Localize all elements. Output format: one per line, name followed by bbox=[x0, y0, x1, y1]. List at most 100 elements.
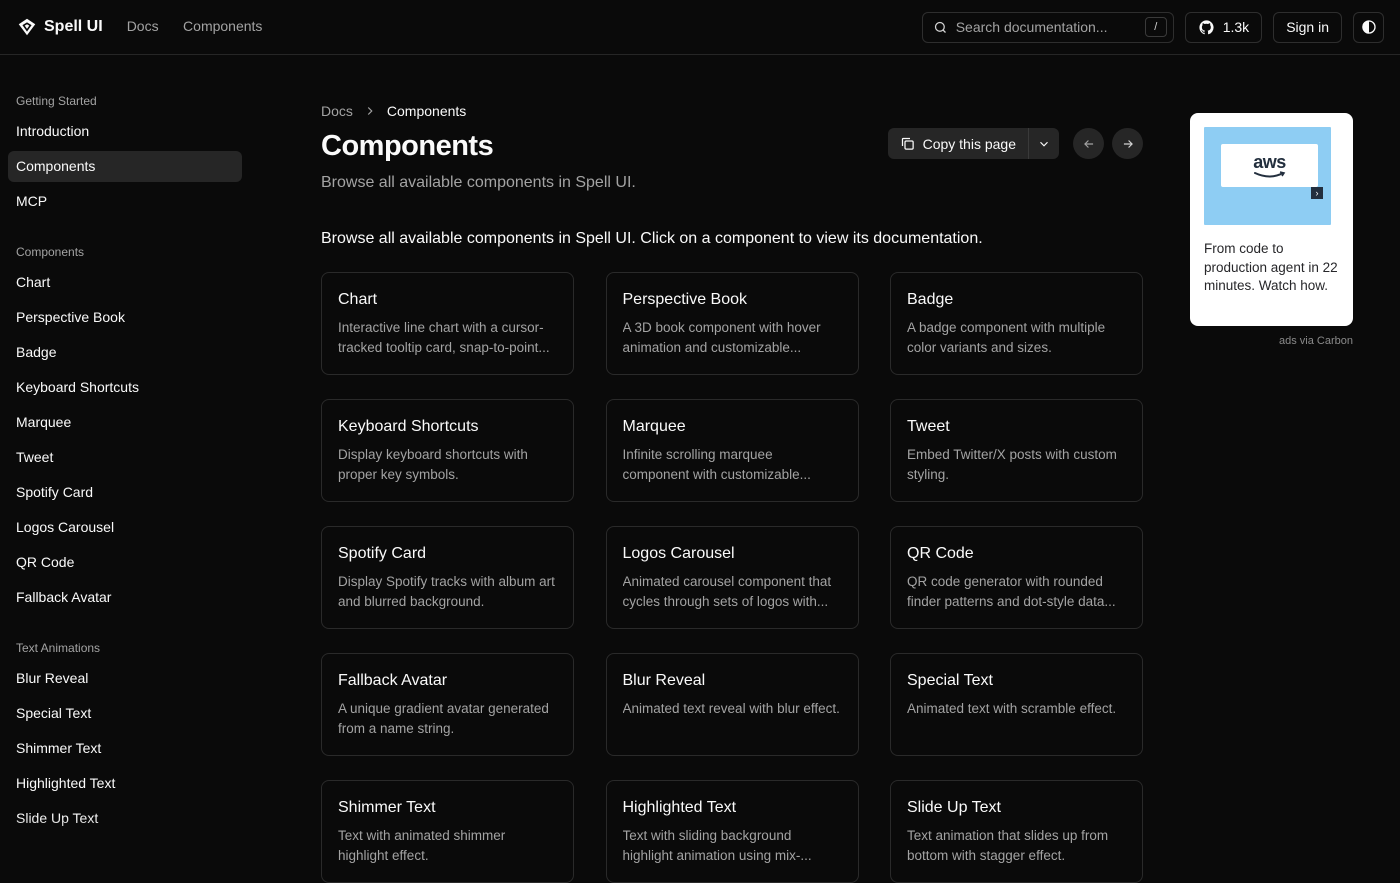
header-actions: Search documentation... / 1.3k Sign in bbox=[921, 11, 1384, 43]
sidebar-item-introduction[interactable]: Introduction bbox=[8, 116, 242, 147]
card-title: Badge bbox=[907, 291, 954, 308]
github-stars-button[interactable]: 1.3k bbox=[1184, 11, 1263, 43]
card-title: Chart bbox=[338, 291, 378, 308]
ads-via-carbon-link[interactable]: ads via Carbon bbox=[1190, 335, 1353, 347]
github-icon bbox=[1199, 19, 1214, 34]
docs-sidebar: Getting Started Introduction Components … bbox=[0, 56, 250, 876]
sidebar-item-logos-carousel[interactable]: Logos Carousel bbox=[8, 512, 242, 543]
ad-text[interactable]: From code to production agent in 22 minu… bbox=[1204, 240, 1339, 296]
sidebar-item-blur-reveal[interactable]: Blur Reveal bbox=[8, 663, 242, 694]
component-card-fallback-avatar[interactable]: Fallback Avatar A unique gradient avatar … bbox=[321, 653, 574, 756]
next-page-button[interactable] bbox=[1112, 128, 1143, 159]
card-description: A badge component with multiple color va… bbox=[907, 320, 1106, 355]
sidebar-item-spotify-card[interactable]: Spotify Card bbox=[8, 477, 242, 508]
brand-link[interactable]: Spell UI bbox=[16, 16, 103, 38]
theme-toggle-button[interactable] bbox=[1353, 11, 1384, 43]
sidebar-group-components: Components Chart Perspective Book Badge … bbox=[8, 243, 242, 613]
moon-icon bbox=[1361, 20, 1376, 34]
card-title: Slide Up Text bbox=[907, 799, 1001, 816]
search-icon bbox=[934, 21, 946, 33]
component-card-blur-reveal[interactable]: Blur Reveal Animated text reveal with blu… bbox=[605, 653, 859, 756]
copy-page-button[interactable]: Copy this page bbox=[888, 128, 1029, 159]
card-title: QR Code bbox=[907, 545, 974, 562]
copy-icon bbox=[901, 137, 914, 150]
component-card-highlighted-text[interactable]: Highlighted Text Text with sliding backgr… bbox=[605, 780, 859, 883]
component-card-keyboard-shortcuts[interactable]: Keyboard Shortcuts Display keyboard short… bbox=[321, 399, 574, 502]
component-card-chart[interactable]: Chart Interactive line chart with a curso… bbox=[321, 272, 574, 375]
card-description: A 3D book component with hover animation… bbox=[622, 320, 821, 355]
chevron-down-icon bbox=[1040, 141, 1048, 147]
card-title: Shimmer Text bbox=[338, 799, 436, 816]
component-card-qr-code[interactable]: QR Code QR code generator with rounded fi… bbox=[890, 526, 1143, 629]
card-description: Text animation that slides up from botto… bbox=[907, 828, 1109, 863]
breadcrumb-current: Components bbox=[386, 103, 467, 119]
github-stars-count: 1.3k bbox=[1222, 19, 1250, 35]
card-description: Text with animated shimmer highlight eff… bbox=[338, 828, 506, 863]
card-title: Keyboard Shortcuts bbox=[338, 418, 479, 435]
copy-page-dropdown[interactable] bbox=[1029, 128, 1059, 159]
component-card-badge[interactable]: Badge A badge component with multiple col… bbox=[890, 272, 1143, 375]
sidebar-item-badge[interactable]: Badge bbox=[8, 337, 242, 368]
card-title: Logos Carousel bbox=[622, 545, 735, 562]
top-nav: Docs Components bbox=[127, 18, 283, 36]
carbon-ad[interactable]: aws › From code to production agent in 2… bbox=[1190, 113, 1353, 326]
card-description: Animated carousel component that cycles … bbox=[622, 574, 832, 609]
component-card-slide-up-text[interactable]: Slide Up Text Text animation that slides … bbox=[890, 780, 1143, 883]
page-pagination bbox=[1073, 128, 1143, 159]
sidebar-item-components[interactable]: Components bbox=[8, 151, 242, 182]
aws-logo: aws bbox=[1221, 144, 1318, 187]
aws-smile-icon bbox=[1253, 170, 1285, 177]
card-description: Display Spotify tracks with album art an… bbox=[338, 574, 555, 609]
component-card-special-text[interactable]: Special Text Animated text with scramble … bbox=[890, 653, 1143, 756]
component-card-spotify-card[interactable]: Spotify Card Display Spotify tracks with … bbox=[321, 526, 574, 629]
sidebar-item-slide-up-text[interactable]: Slide Up Text bbox=[8, 803, 242, 834]
component-card-perspective-book[interactable]: Perspective Book A 3D book component with… bbox=[605, 272, 859, 375]
breadcrumb-docs[interactable]: Docs bbox=[321, 103, 353, 119]
nav-link-docs[interactable]: Docs bbox=[127, 18, 159, 34]
card-title: Highlighted Text bbox=[622, 799, 737, 816]
aws-logo-text: aws bbox=[1253, 151, 1286, 172]
card-description: Text with sliding background highlight a… bbox=[622, 828, 812, 863]
card-title: Marquee bbox=[622, 418, 686, 435]
page-title: Components bbox=[321, 130, 494, 162]
sidebar-item-fallback-avatar[interactable]: Fallback Avatar bbox=[8, 582, 242, 613]
sidebar-item-mcp[interactable]: MCP bbox=[8, 186, 242, 217]
copy-page-button-group: Copy this page bbox=[887, 128, 1059, 159]
search-shortcut-key: / bbox=[1144, 17, 1167, 37]
card-description: Animated text reveal with blur effect. bbox=[622, 701, 840, 716]
sidebar-item-perspective-book[interactable]: Perspective Book bbox=[8, 302, 242, 333]
page-subtitle: Browse all available components in Spell… bbox=[321, 174, 636, 191]
card-title: Special Text bbox=[907, 672, 993, 689]
components-grid: Chart Interactive line chart with a curso… bbox=[321, 272, 1143, 883]
sidebar-item-qr-code[interactable]: QR Code bbox=[8, 547, 242, 578]
component-card-marquee[interactable]: Marquee Infinite scrolling marquee compon… bbox=[605, 399, 859, 502]
card-title: Tweet bbox=[907, 418, 950, 435]
sidebar-item-shimmer-text[interactable]: Shimmer Text bbox=[8, 733, 242, 764]
sidebar-item-highlighted-text[interactable]: Highlighted Text bbox=[8, 768, 242, 799]
sidebar-item-keyboard-shortcuts[interactable]: Keyboard Shortcuts bbox=[8, 372, 242, 403]
sidebar-group-getting-started: Getting Started Introduction Components … bbox=[8, 92, 242, 217]
page-actions: Copy this page bbox=[887, 128, 1143, 159]
sidebar-item-tweet[interactable]: Tweet bbox=[8, 442, 242, 473]
card-description: Embed Twitter/X posts with custom stylin… bbox=[907, 447, 1117, 482]
ad-image[interactable]: aws › bbox=[1204, 127, 1331, 225]
page-intro: Browse all available components in Spell… bbox=[321, 230, 983, 247]
sidebar-item-chart[interactable]: Chart bbox=[8, 267, 242, 298]
card-title: Fallback Avatar bbox=[338, 672, 448, 689]
search-input[interactable]: Search documentation... / bbox=[921, 11, 1174, 43]
sign-in-button[interactable]: Sign in bbox=[1273, 11, 1342, 43]
nav-link-components[interactable]: Components bbox=[183, 18, 262, 34]
component-card-logos-carousel[interactable]: Logos Carousel Animated carousel componen… bbox=[605, 526, 859, 629]
sidebar-item-special-text[interactable]: Special Text bbox=[8, 698, 242, 729]
component-card-shimmer-text[interactable]: Shimmer Text Text with animated shimmer h… bbox=[321, 780, 574, 883]
card-description: Display keyboard shortcuts with proper k… bbox=[338, 447, 528, 482]
sign-in-label: Sign in bbox=[1286, 19, 1329, 35]
sidebar-group-title: Text Animations bbox=[16, 641, 101, 655]
card-title: Blur Reveal bbox=[622, 672, 706, 689]
card-description: Animated text with scramble effect. bbox=[907, 701, 1117, 716]
previous-page-button[interactable] bbox=[1073, 128, 1104, 159]
card-title: Spotify Card bbox=[338, 545, 427, 562]
sidebar-item-marquee[interactable]: Marquee bbox=[8, 407, 242, 438]
sidebar-group-text-animations: Text Animations Blur Reveal Special Text… bbox=[8, 639, 242, 834]
component-card-tweet[interactable]: Tweet Embed Twitter/X posts with custom s… bbox=[890, 399, 1143, 502]
